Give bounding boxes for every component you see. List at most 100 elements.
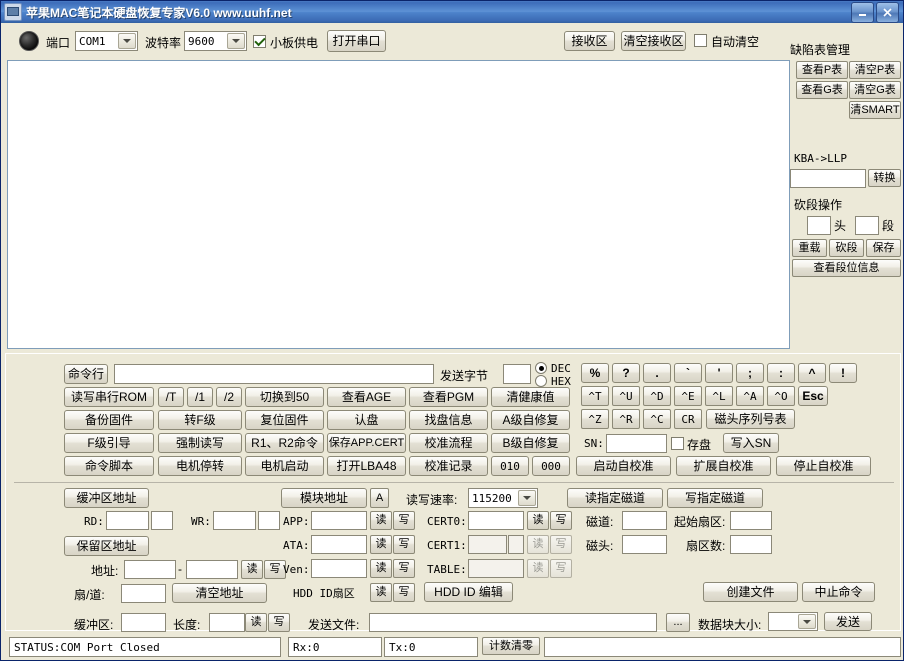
send-buffer-input[interactable] xyxy=(121,613,166,632)
track-head-input[interactable] xyxy=(622,535,667,554)
browse-button[interactable]: ... xyxy=(666,613,690,632)
recognize-disk-button[interactable]: 认盘 xyxy=(327,410,406,430)
clear-health-value-button[interactable]: 清健康值 xyxy=(491,387,570,407)
view-g-table-button[interactable]: 查看G表 xyxy=(796,81,848,99)
module-a-button[interactable]: A xyxy=(370,488,389,508)
app-read-button[interactable]: 读 xyxy=(370,511,392,530)
backup-firmware-button[interactable]: 备份固件 xyxy=(64,410,154,430)
table-input[interactable] xyxy=(468,559,524,578)
ata-write-button[interactable]: 写 xyxy=(393,535,415,554)
r1-r2-command-button[interactable]: R1、R2命令 xyxy=(245,433,324,453)
key-ctrl-u-button[interactable]: ^U xyxy=(612,386,640,406)
ata-input[interactable] xyxy=(311,535,367,554)
key-semicolon-button[interactable]: ; xyxy=(736,363,764,383)
motor-stop-button[interactable]: 电机停转 xyxy=(158,456,242,476)
save-app-cert-button[interactable]: 保存APP.CERT xyxy=(327,433,406,453)
rw-speed-select[interactable]: 115200 xyxy=(468,488,538,508)
head-input[interactable] xyxy=(807,216,831,235)
receive-text-area[interactable] xyxy=(7,60,790,349)
view-p-table-button[interactable]: 查看P表 xyxy=(796,61,848,79)
port-select[interactable]: COM1 xyxy=(75,31,138,51)
command-line-button[interactable]: 命令行 xyxy=(64,364,108,384)
clear-address-button[interactable]: 清空地址 xyxy=(172,583,267,603)
send-write-button[interactable]: 写 xyxy=(268,613,290,632)
block-size-select[interactable] xyxy=(768,612,818,631)
key-ctrl-o-button[interactable]: ^O xyxy=(767,386,795,406)
sn-input[interactable] xyxy=(606,434,667,453)
hdd-id-sector-write-button[interactable]: 写 xyxy=(393,583,415,602)
key-esc-button[interactable]: Esc xyxy=(798,386,828,406)
abort-command-button[interactable]: 中止命令 xyxy=(802,582,875,602)
f-level-boot-button[interactable]: F级引导 xyxy=(64,433,154,453)
rd-extra-input[interactable] xyxy=(151,511,173,530)
reload-button[interactable]: 重载 xyxy=(792,239,827,257)
code-010-button[interactable]: 010 xyxy=(491,456,529,476)
start-sector-input[interactable] xyxy=(730,511,772,530)
wr-extra-input[interactable] xyxy=(258,511,280,530)
code-000-button[interactable]: 000 xyxy=(532,456,570,476)
rw-serial-rom-button[interactable]: 读写串行ROM xyxy=(64,387,154,407)
send-button[interactable]: 发送 xyxy=(824,612,872,631)
key-percent-button[interactable]: % xyxy=(581,363,609,383)
head-serial-table-button[interactable]: 磁头序列号表 xyxy=(706,409,795,429)
key-caret-button[interactable]: ^ xyxy=(798,363,826,383)
sector-track-input[interactable] xyxy=(121,584,166,603)
key-backtick-button[interactable]: ` xyxy=(674,363,702,383)
rd-input[interactable] xyxy=(106,511,149,530)
view-pgm-button[interactable]: 查看PGM xyxy=(409,387,488,407)
address-from-input[interactable] xyxy=(124,560,176,579)
ven-write-button[interactable]: 写 xyxy=(393,559,415,578)
start-self-calibration-button[interactable]: 启动自校准 xyxy=(576,456,671,476)
cert1-input[interactable] xyxy=(468,535,507,554)
clear-p-table-button[interactable]: 清空P表 xyxy=(849,61,901,79)
open-port-button[interactable]: 打开串口 xyxy=(327,30,386,52)
key-ctrl-d-button[interactable]: ^D xyxy=(643,386,671,406)
auto-clear-checkbox[interactable] xyxy=(694,34,707,47)
baud-select[interactable]: 9600 xyxy=(184,31,247,51)
key-ctrl-c-button[interactable]: ^C xyxy=(643,409,671,429)
hdd-id-edit-button[interactable]: HDD ID 编辑 xyxy=(424,582,513,602)
key-ctrl-e-button[interactable]: ^E xyxy=(674,386,702,406)
module-address-button[interactable]: 模块地址 xyxy=(281,488,367,508)
open-lba48-button[interactable]: 打开LBA48 xyxy=(327,456,406,476)
b-level-self-repair-button[interactable]: B级自修复 xyxy=(491,433,570,453)
write-specified-track-button[interactable]: 写指定磁道 xyxy=(667,488,763,508)
a-level-self-repair-button[interactable]: A级自修复 xyxy=(491,410,570,430)
stop-self-calibration-button[interactable]: 停止自校准 xyxy=(776,456,871,476)
key-ctrl-t-button[interactable]: ^T xyxy=(581,386,609,406)
dec-radio[interactable] xyxy=(535,362,547,374)
view-segment-info-button[interactable]: 查看段位信息 xyxy=(792,259,901,277)
convert-button[interactable]: 转换 xyxy=(868,169,901,187)
address-read-button[interactable]: 读 xyxy=(241,560,263,579)
app-write-button[interactable]: 写 xyxy=(393,511,415,530)
hdd-id-sector-read-button[interactable]: 读 xyxy=(370,583,392,602)
minimize-button[interactable] xyxy=(851,1,874,23)
segment-input[interactable] xyxy=(855,216,879,235)
reset-firmware-button[interactable]: 复位固件 xyxy=(245,410,324,430)
key-ctrl-r-button[interactable]: ^R xyxy=(612,409,640,429)
close-icon[interactable] xyxy=(876,1,899,23)
slash-t-button[interactable]: /T xyxy=(158,387,184,407)
find-disk-info-button[interactable]: 找盘信息 xyxy=(409,410,488,430)
app-input[interactable] xyxy=(311,511,367,530)
calibration-record-button[interactable]: 校准记录 xyxy=(409,456,488,476)
key-cr-button[interactable]: CR xyxy=(674,409,702,429)
clear-g-table-button[interactable]: 清空G表 xyxy=(849,81,901,99)
sector-count-input[interactable] xyxy=(730,535,772,554)
buffer-address-button[interactable]: 缓冲区地址 xyxy=(64,488,149,508)
receive-zone-button[interactable]: 接收区 xyxy=(564,31,615,51)
clear-smart-button[interactable]: 清SMART xyxy=(849,101,901,119)
small-power-checkbox[interactable] xyxy=(253,35,266,48)
save-disk-checkbox[interactable] xyxy=(671,437,684,450)
write-sn-button[interactable]: 写入SN xyxy=(723,433,779,453)
key-exclamation-button[interactable]: ! xyxy=(829,363,857,383)
switch-to-50-button[interactable]: 切换到50 xyxy=(245,387,324,407)
reserve-address-button[interactable]: 保留区地址 xyxy=(64,536,149,556)
motor-start-button[interactable]: 电机启动 xyxy=(245,456,324,476)
key-apostrophe-button[interactable]: ' xyxy=(705,363,733,383)
save-button[interactable]: 保存 xyxy=(866,239,901,257)
kba-llp-input[interactable] xyxy=(790,169,866,188)
key-colon-button[interactable]: : xyxy=(767,363,795,383)
to-f-level-button[interactable]: 转F级 xyxy=(158,410,242,430)
read-specified-track-button[interactable]: 读指定磁道 xyxy=(567,488,663,508)
